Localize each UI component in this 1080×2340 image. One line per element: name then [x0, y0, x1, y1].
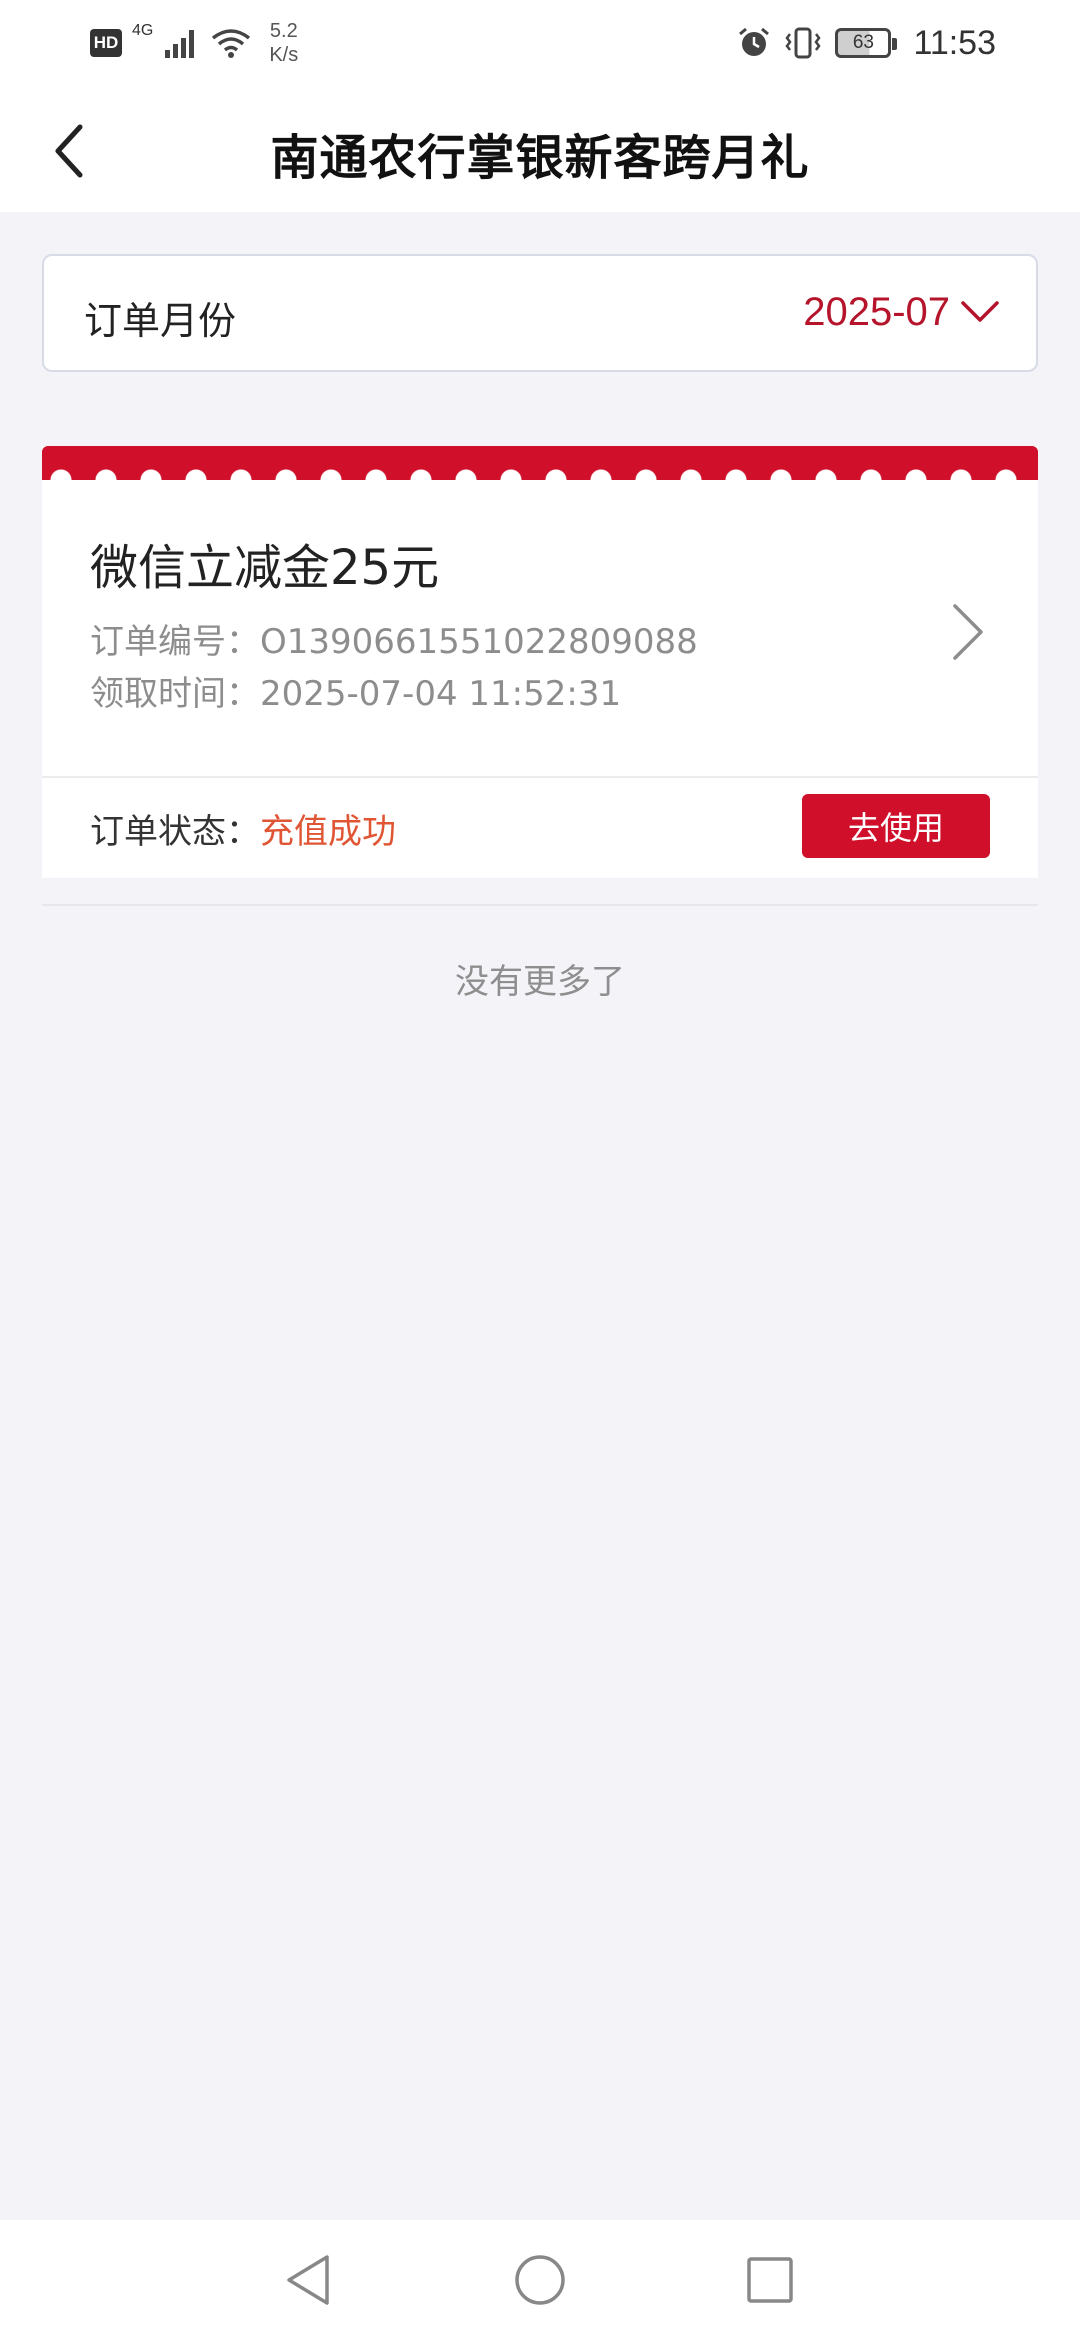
nav-back-button[interactable] — [276, 2248, 340, 2312]
claim-time-label: 领取时间： — [90, 674, 260, 714]
nav-recent-icon — [747, 2257, 793, 2303]
nav-home-icon — [515, 2255, 565, 2305]
month-value[interactable]: 2025-07 — [803, 290, 950, 335]
network-type: 4G — [132, 22, 154, 39]
status-right: 63 11:53 — [737, 18, 996, 68]
order-card[interactable]: 微信立减金25元 订单编号：O1390661551022809088 领取时间：… — [42, 446, 1038, 878]
order-status-label: 订单状态： — [90, 812, 260, 852]
list-divider — [42, 904, 1038, 906]
claim-time-row: 领取时间：2025-07-04 11:52:31 — [90, 666, 621, 715]
status-time: 11:53 — [913, 23, 996, 62]
battery-icon: 63 — [835, 28, 898, 58]
network-speed: 5.2 K/s — [269, 19, 298, 67]
claim-time: 2025-07-04 11:52:31 — [260, 674, 622, 714]
hd-icon: HD — [90, 29, 122, 57]
app-header: 南通农行掌银新客跨月礼 — [0, 90, 1080, 212]
order-number-row: 订单编号：O1390661551022809088 — [90, 614, 698, 663]
order-status-row: 订单状态：充值成功 — [90, 804, 396, 853]
status-bar: HD 4G 5.2 K/s 63 11:53 — [0, 0, 1080, 90]
order-status-value: 充值成功 — [260, 812, 396, 852]
card-divider — [42, 776, 1038, 778]
speed-unit: K/s — [269, 44, 299, 66]
order-number: O1390661551022809088 — [260, 622, 698, 662]
month-label: 订单月份 — [84, 299, 237, 343]
page-title: 南通农行掌银新客跨月礼 — [270, 130, 810, 186]
speed-value: 5.2 — [269, 20, 298, 42]
month-selector[interactable]: 订单月份 2025-07 — [42, 254, 1038, 372]
nav-back-icon — [287, 2255, 329, 2305]
signal-icon — [165, 30, 195, 58]
system-nav-bar — [0, 2220, 1080, 2340]
use-button[interactable]: 去使用 — [802, 794, 990, 858]
order-number-label: 订单编号： — [90, 622, 260, 662]
vibrate-icon — [785, 27, 821, 59]
nav-recent-button[interactable] — [738, 2248, 802, 2312]
chevron-right-icon[interactable] — [950, 602, 986, 662]
wifi-icon — [212, 29, 251, 58]
nav-home-button[interactable] — [508, 2248, 572, 2312]
product-name: 微信立减金25元 — [90, 540, 440, 596]
chevron-down-icon[interactable] — [960, 300, 1000, 324]
alarm-icon — [739, 27, 770, 56]
status-left: HD 4G 5.2 K/s — [90, 18, 298, 68]
list-end-text: 没有更多了 — [455, 962, 625, 1002]
